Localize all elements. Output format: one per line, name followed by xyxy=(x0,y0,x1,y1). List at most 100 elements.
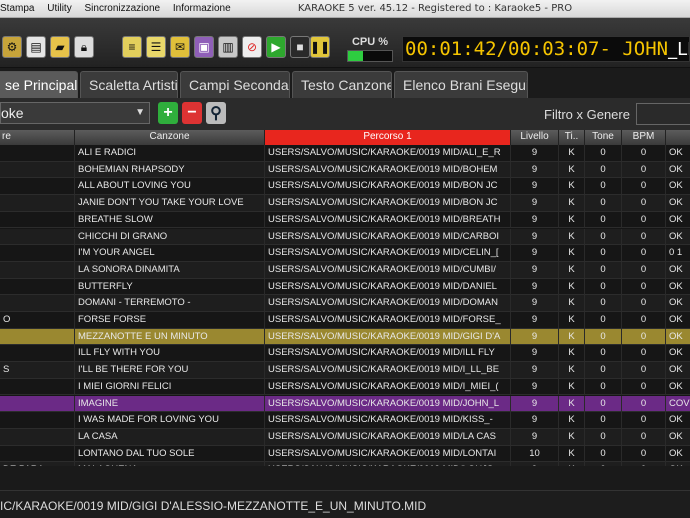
artist-cell xyxy=(0,445,75,462)
extra-cell: OK xyxy=(666,262,690,278)
column-header-canzone[interactable]: Canzone xyxy=(75,130,265,145)
column-header-bpm[interactable]: BPM xyxy=(622,130,666,145)
ghostbuster-icon[interactable]: ⊘ xyxy=(242,36,262,58)
table-row[interactable]: I MIEI GIORNI FELICI USERS/SALVO/MUSIC/KA… xyxy=(0,378,690,396)
time-display: 00:01:42/00:03:07- JOHN_LENNON xyxy=(402,36,690,62)
level-cell: 9 xyxy=(511,228,559,245)
mail-icon[interactable]: ✉ xyxy=(170,36,190,58)
stop-icon[interactable]: ■ xyxy=(290,36,310,58)
folder-icon[interactable]: ▰ xyxy=(50,36,70,58)
playlist-icon[interactable]: ≡ xyxy=(122,36,142,58)
artist-cell xyxy=(0,161,75,178)
table-row[interactable]: LA SONORA DINAMITA USERS/SALVO/MUSIC/KARA… xyxy=(0,261,690,279)
path-cell: USERS/SALVO/MUSIC/KARAOKE/0019 MID/BON J… xyxy=(265,178,511,195)
path-cell: USERS/SALVO/MUSIC/KARAOKE/0019 MID/KISS_… xyxy=(265,412,511,429)
tab-testo-canzone[interactable]: Testo Canzone xyxy=(292,71,392,98)
level-cell: 9 xyxy=(511,261,559,278)
menu-stampa[interactable]: Stampa xyxy=(0,3,34,14)
column-header-livello[interactable]: Livello xyxy=(511,130,559,145)
level-cell: 9 xyxy=(511,195,559,212)
chevron-down-icon: ▼ xyxy=(135,107,145,118)
extra-cell: OK xyxy=(666,362,690,378)
genre-select[interactable]: oke ▼ xyxy=(0,102,150,124)
song-cell: I'M YOUR ANGEL xyxy=(75,245,265,262)
table-row[interactable]: LA CASA USERS/SALVO/MUSIC/KARAOKE/0019 MI… xyxy=(0,428,690,446)
column-header-artist[interactable]: re xyxy=(0,130,75,145)
extra-cell: OK xyxy=(666,195,690,211)
level-cell: 9 xyxy=(511,295,559,312)
table-row[interactable]: IMAGINE USERS/SALVO/MUSIC/KARAOKE/0019 MI… xyxy=(0,395,690,413)
table-row[interactable]: I WAS MADE FOR LOVING YOU USERS/SALVO/MUS… xyxy=(0,412,690,429)
cpu-label: CPU % xyxy=(351,36,389,48)
tone-cell: 0 xyxy=(585,395,622,412)
lock-icon[interactable]: 🔒︎ xyxy=(74,36,94,58)
table-row[interactable]: I'M YOUR ANGEL USERS/SALVO/MUSIC/KARAOKE/… xyxy=(0,245,690,262)
window-title: KARAOKE 5 ver. 45.12 - Registered to : K… xyxy=(297,3,573,14)
equalizer-icon[interactable]: ▥ xyxy=(218,36,238,58)
song-cell: LONTANO DAL TUO SOLE xyxy=(75,445,265,462)
search-icon[interactable]: ⚲ xyxy=(206,102,226,124)
document-icon[interactable]: ▤ xyxy=(26,36,46,58)
tone-cell: 0 xyxy=(585,145,622,161)
column-header-tone[interactable]: Tone xyxy=(585,130,622,145)
tone-cell: 0 xyxy=(585,312,622,328)
extra-cell: OK xyxy=(666,145,690,161)
extra-cell: OK xyxy=(666,295,690,311)
tab-elenco-brani-eseguiti[interactable]: Elenco Brani Eseguiti xyxy=(394,71,528,98)
path-cell: USERS/SALVO/MUSIC/KARAOKE/0019 MID/JOHN_… xyxy=(265,395,511,412)
extra-cell: 0 1 xyxy=(666,245,690,261)
table-row[interactable]: LONTANO DAL TUO SOLE USERS/SALVO/MUSIC/KA… xyxy=(0,445,690,463)
level-cell: 10 xyxy=(511,445,559,462)
bpm-cell: 0 xyxy=(622,295,666,312)
table-row[interactable]: DOMANI - TERREMOTO - USERS/SALVO/MUSIC/KA… xyxy=(0,295,690,312)
level-cell: 9 xyxy=(511,395,559,412)
pause-icon[interactable]: ❚❚ xyxy=(310,36,330,58)
column-header-tipo[interactable]: Ti.. xyxy=(559,130,585,145)
play-icon[interactable]: ▶ xyxy=(266,36,286,58)
table-row[interactable]: ALL ABOUT LOVING YOU USERS/SALVO/MUSIC/KA… xyxy=(0,178,690,196)
table-row[interactable]: ILL FLY WITH YOU USERS/SALVO/MUSIC/KARAOK… xyxy=(0,345,690,363)
screen-icon[interactable]: ▣ xyxy=(194,36,214,58)
table-row[interactable]: ALI E RADICI USERS/SALVO/MUSIC/KARAOKE/00… xyxy=(0,145,690,162)
menu-sincronizzazione[interactable]: Sincronizzazione xyxy=(84,3,160,14)
song-cell: LA SONORA DINAMITA xyxy=(75,261,265,278)
settings-icon[interactable]: ⚙ xyxy=(2,36,22,58)
table-row[interactable]: S I'LL BE THERE FOR YOU USERS/SALVO/MUSIC/… xyxy=(0,362,690,379)
genre-filter-input[interactable] xyxy=(636,103,690,125)
table-row[interactable]: JANIE DON'T YOU TAKE YOUR LOVE USERS/SALV… xyxy=(0,195,690,212)
tab-campi-secondari[interactable]: Campi Secondari xyxy=(180,71,290,98)
song-cell: ALI E RADICI xyxy=(75,145,265,161)
type-cell: K xyxy=(559,412,585,429)
table-row[interactable]: MEZZANOTTE E UN MINUTO USERS/SALVO/MUSIC/… xyxy=(0,328,690,346)
column-header-percorso[interactable]: Percorso 1 xyxy=(265,130,511,145)
table-row[interactable]: CHICCHI DI GRANO USERS/SALVO/MUSIC/KARAOK… xyxy=(0,228,690,246)
tab-principale[interactable]: se Principale xyxy=(0,71,78,98)
table-row[interactable]: BREATHE SLOW USERS/SALVO/MUSIC/KARAOKE/00… xyxy=(0,211,690,229)
table-row[interactable]: BUTTERFLY USERS/SALVO/MUSIC/KARAOKE/0019 … xyxy=(0,278,690,296)
table-row[interactable]: O FORSE FORSE USERS/SALVO/MUSIC/KARAOKE/00… xyxy=(0,312,690,329)
extra-cell: OK xyxy=(666,229,690,245)
tone-cell: 0 xyxy=(585,345,622,362)
tone-cell: 0 xyxy=(585,278,622,295)
list-icon[interactable]: ☰ xyxy=(146,36,166,58)
tone-cell: 0 xyxy=(585,412,622,429)
artist-cell xyxy=(0,395,75,412)
level-cell: 9 xyxy=(511,245,559,262)
current-file-path: IC/KARAOKE/0019 MID/GIGI D'ALESSIO-MEZZA… xyxy=(0,499,427,513)
extra-cell: OK xyxy=(666,312,690,328)
songs-table: re Canzone Percorso 1 Livello Ti.. Tone … xyxy=(0,130,690,466)
song-cell: I MIEI GIORNI FELICI xyxy=(75,378,265,395)
toolbar: ⚙ ▤ ▰ 🔒︎ ≡ ☰ ✉ ▣ ▥ ⊘ ▶ ■ ❚❚ CPU % 00:01:… xyxy=(0,18,690,68)
status-bar: IC/KARAOKE/0019 MID/GIGI D'ALESSIO-MEZZA… xyxy=(0,490,690,518)
tone-cell: 0 xyxy=(585,245,622,262)
table-row[interactable]: DE PARAMALAGUENAUSERS/SALVO/MUSIC/KARAOK… xyxy=(0,462,690,466)
add-button[interactable]: + xyxy=(158,102,178,124)
song-cell: JANIE DON'T YOU TAKE YOUR LOVE xyxy=(75,195,265,212)
bpm-cell: 0 xyxy=(622,412,666,429)
table-row[interactable]: BOHEMIAN RHAPSODY USERS/SALVO/MUSIC/KARAO… xyxy=(0,161,690,179)
remove-button[interactable]: − xyxy=(182,102,202,124)
menu-utility[interactable]: Utility xyxy=(47,3,71,14)
type-cell: K xyxy=(559,195,585,212)
column-header-extra[interactable] xyxy=(666,130,690,145)
tab-scaletta-artisti[interactable]: Scaletta Artisti xyxy=(80,71,178,98)
